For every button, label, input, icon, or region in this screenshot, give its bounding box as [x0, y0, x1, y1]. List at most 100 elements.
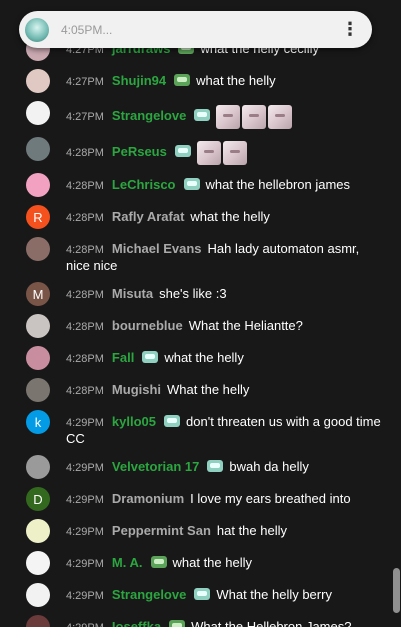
author-name[interactable]: kyllo05 [112, 414, 156, 429]
author-name[interactable]: Strangelove [112, 587, 186, 602]
message-text: what the helly [190, 209, 270, 224]
avatar[interactable] [26, 519, 50, 543]
chat-message[interactable]: 4:28PM bourneblue What the Heliantte? [0, 310, 392, 342]
emote-icon [242, 105, 267, 129]
timestamp: 4:27PM [66, 76, 104, 88]
chat-message[interactable]: 4:28PM Mugishi What the helly [0, 374, 392, 406]
avatar[interactable]: k [26, 410, 50, 434]
chat-message[interactable]: R 4:28PM Rafly Arafat what the helly [0, 201, 392, 233]
member-badge-icon [174, 74, 191, 86]
timestamp: 4:29PM [66, 417, 104, 429]
chat-message[interactable]: 4:28PM PeRseus [0, 133, 392, 169]
message-text: she's like :3 [159, 286, 227, 301]
message-content: 4:28PM Mugishi What the helly [66, 378, 382, 399]
pinned-message-text: 4:05PM... [61, 22, 113, 37]
message-content: 4:29PM Dramonium I love my ears breathed i… [66, 487, 382, 508]
avatar[interactable]: M [26, 282, 50, 306]
avatar[interactable] [26, 237, 50, 261]
avatar[interactable] [26, 137, 50, 161]
chat-message[interactable]: k 4:29PM kyllo05 don't threaten us with a g… [0, 406, 392, 451]
avatar[interactable] [26, 378, 50, 402]
message-content: 4:29PM kyllo05 don't threaten us with a go… [66, 410, 382, 447]
message-text: what the helly [164, 350, 244, 365]
avatar[interactable] [26, 583, 50, 607]
author-name[interactable]: Ioseffka [112, 619, 161, 627]
avatar[interactable] [26, 173, 50, 197]
chat-message[interactable]: 4:28PM Fall what the helly [0, 342, 392, 374]
chat-message[interactable]: 4:28PM LeChrisco what the hellebron james [0, 169, 392, 201]
timestamp: 4:29PM [66, 622, 104, 627]
chat-message[interactable]: 4:29PM Ioseffka What the Hellebron James? [0, 611, 392, 627]
avatar[interactable] [26, 551, 50, 575]
chat-message[interactable]: 4:28PM Michael Evans Hah lady automaton as… [0, 233, 392, 278]
message-text: Hah lady automaton asmr, nice nice [66, 241, 360, 273]
author-name[interactable]: Dramonium [112, 491, 184, 506]
emote-group [216, 105, 293, 129]
author-name[interactable]: Mugishi [112, 382, 161, 397]
scrollbar-thumb[interactable] [393, 568, 400, 613]
scrollbar[interactable] [392, 0, 401, 627]
avatar[interactable] [26, 455, 50, 479]
avatar-letter: k [34, 414, 42, 430]
author-name[interactable]: Rafly Arafat [112, 209, 184, 224]
author-name[interactable]: Michael Evans [112, 241, 202, 256]
message-content: 4:28PM bourneblue What the Heliantte? [66, 314, 382, 335]
message-content: 4:29PM M. A. what the helly [66, 551, 382, 572]
author-name[interactable]: Fall [112, 350, 134, 365]
author-name[interactable]: Strangelove [112, 108, 186, 123]
message-content: 4:28PM Fall what the helly [66, 346, 382, 367]
timestamp: 4:29PM [66, 526, 104, 538]
message-content: 4:28PM Misuta she's like :3 [66, 282, 382, 303]
member-badge-icon [169, 620, 186, 627]
timestamp: 4:28PM [66, 385, 104, 397]
author-name[interactable]: M. A. [112, 555, 143, 570]
avatar[interactable] [26, 69, 50, 93]
timestamp: 4:28PM [66, 212, 104, 224]
member-badge-icon [150, 556, 167, 568]
live-chat-panel: 4:27PM jarrdraws what the helly cecilly 4:2… [0, 0, 401, 627]
avatar[interactable] [26, 101, 50, 125]
emote-icon [268, 105, 293, 129]
message-text: What the Heliantte? [188, 318, 303, 333]
avatar [25, 17, 49, 42]
chat-message[interactable]: 4:29PM Peppermint San hat the helly [0, 515, 392, 547]
message-content: 4:28PM LeChrisco what the hellebron james [66, 173, 382, 194]
message-text: hat the helly [216, 523, 287, 538]
member-badge-icon [194, 588, 211, 600]
chat-message[interactable]: M 4:28PM Misuta she's like :3 [0, 278, 392, 310]
chat-message[interactable]: 4:29PM Velvetorian 17 bwah da helly [0, 451, 392, 483]
author-name[interactable]: Velvetorian 17 [112, 459, 199, 474]
avatar[interactable] [26, 615, 50, 627]
avatar[interactable]: D [26, 487, 50, 511]
author-name[interactable]: Peppermint San [112, 523, 211, 538]
member-badge-icon [174, 145, 191, 158]
more-options-icon[interactable]: ⋮ [338, 18, 362, 42]
avatar[interactable]: R [26, 205, 50, 229]
avatar-letter: D [33, 491, 43, 507]
avatar[interactable] [26, 314, 50, 338]
chat-message[interactable]: 4:27PM Shujin94 what the helly [0, 65, 392, 97]
timestamp: 4:28PM [66, 244, 104, 256]
author-name[interactable]: Shujin94 [112, 73, 166, 88]
chat-message[interactable]: 4:27PM Strangelove [0, 97, 392, 133]
chat-message[interactable]: D 4:29PM Dramonium I love my ears breathed … [0, 483, 392, 515]
timestamp: 4:29PM [66, 494, 104, 506]
chat-message[interactable]: 4:29PM Strangelove What the helly berry [0, 579, 392, 611]
author-name[interactable]: Misuta [112, 286, 153, 301]
message-text: I love my ears breathed into [190, 491, 351, 506]
author-name[interactable]: PeRseus [112, 144, 167, 159]
message-content: 4:29PM Ioseffka What the Hellebron James? [66, 615, 382, 627]
author-name[interactable]: LeChrisco [112, 177, 176, 192]
message-content: 4:27PM Shujin94 what the helly [66, 69, 382, 90]
message-content: 4:28PM Michael Evans Hah lady automaton as… [66, 237, 382, 274]
timestamp: 4:29PM [66, 558, 104, 570]
author-name[interactable]: bourneblue [112, 318, 183, 333]
chat-message[interactable]: 4:29PM M. A. what the helly [0, 547, 392, 579]
member-badge-icon [194, 109, 211, 122]
avatar[interactable] [26, 346, 50, 370]
member-badge-icon [207, 460, 224, 472]
emote-icon [196, 141, 221, 165]
timestamp: 4:28PM [66, 180, 104, 192]
message-text: What the Hellebron James? [191, 619, 352, 627]
pinned-message-bar[interactable]: 4:05PM... ⋮ [19, 11, 372, 48]
